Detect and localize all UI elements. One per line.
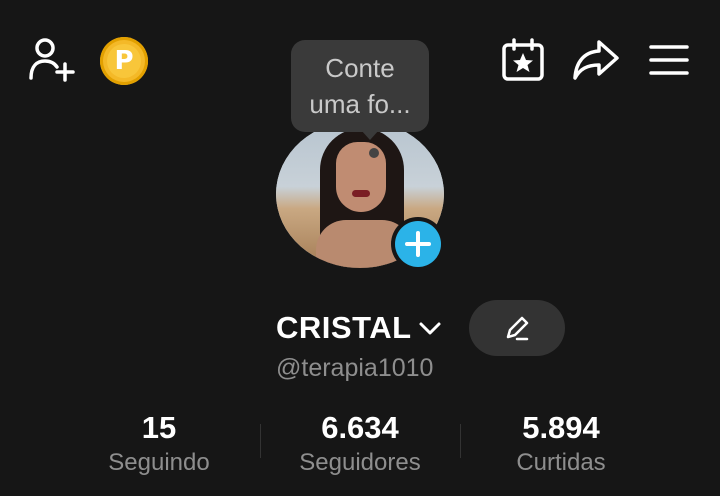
coin-button[interactable]: P	[100, 37, 148, 85]
share-icon	[573, 40, 619, 80]
profile-stats: 15 Seguindo 6.634 Seguidores 5.894 Curti…	[0, 408, 720, 478]
tooltip-text: Conte uma fo...	[309, 53, 411, 119]
stat-likes[interactable]: 5.894 Curtidas	[461, 408, 661, 478]
edit-profile-button[interactable]	[469, 300, 565, 356]
calendar-star-icon	[502, 38, 544, 81]
pencil-icon	[506, 316, 529, 341]
tooltip-tail	[361, 130, 379, 140]
add-friend-button[interactable]	[26, 36, 78, 84]
stat-divider	[260, 424, 261, 458]
stat-value: 5.894	[522, 410, 600, 445]
stat-label: Curtidas	[516, 449, 606, 476]
stat-label: Seguindo	[108, 449, 210, 476]
stat-value: 15	[141, 410, 177, 445]
stat-value: 6.634	[321, 410, 399, 445]
stat-label: Seguidores	[299, 449, 421, 476]
calendar-button[interactable]	[498, 36, 548, 84]
bio-tooltip[interactable]: Conte uma fo...	[291, 40, 429, 132]
menu-button[interactable]	[644, 36, 694, 84]
add-story-button[interactable]	[391, 217, 445, 271]
chevron-down-icon	[419, 322, 441, 335]
stat-following[interactable]: 15 Seguindo	[59, 408, 259, 478]
stat-followers[interactable]: 6.634 Seguidores	[260, 408, 460, 478]
plus-icon	[405, 231, 431, 257]
hamburger-menu-icon	[649, 45, 689, 75]
user-handle: @terapia1010	[276, 354, 434, 382]
account-switcher[interactable]: CRISTAL	[276, 306, 442, 350]
person-add-icon	[29, 38, 75, 82]
share-button[interactable]	[570, 36, 622, 84]
coin-letter: P	[114, 46, 134, 76]
tooltip-anchor-dot	[369, 148, 379, 158]
username: CRISTAL	[276, 310, 412, 345]
coin-icon: P	[107, 44, 141, 78]
stat-divider	[460, 424, 461, 458]
